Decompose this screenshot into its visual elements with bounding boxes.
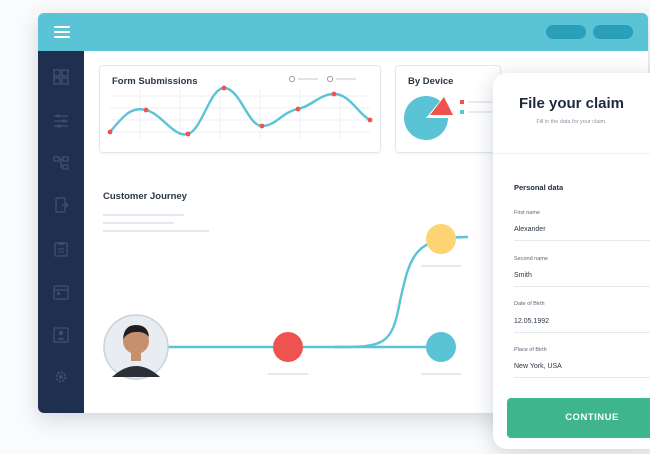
field-underline bbox=[514, 332, 650, 333]
topbar-pill-button[interactable] bbox=[593, 25, 633, 39]
journey-node-red[interactable] bbox=[273, 332, 303, 362]
flow-icon[interactable] bbox=[53, 155, 69, 171]
sliders-icon[interactable] bbox=[53, 113, 69, 129]
data-point bbox=[107, 129, 113, 135]
by-device-pie-chart bbox=[404, 95, 492, 140]
first-name-field[interactable]: Alexander bbox=[514, 226, 546, 233]
data-point bbox=[143, 107, 149, 113]
menu-icon[interactable] bbox=[54, 26, 70, 38]
chart-grid bbox=[110, 90, 370, 138]
second-name-label: Second name bbox=[514, 256, 548, 262]
first-name-label: First name bbox=[514, 210, 540, 216]
journey-description-placeholder bbox=[103, 214, 209, 232]
data-point bbox=[185, 131, 191, 137]
place-of-birth-field[interactable]: New York, USA bbox=[514, 363, 562, 370]
export-icon[interactable] bbox=[53, 197, 70, 213]
place-of-birth-label: Place of Birth bbox=[514, 347, 547, 353]
data-point bbox=[259, 123, 265, 129]
avatar[interactable] bbox=[103, 314, 169, 380]
data-point bbox=[221, 85, 227, 91]
date-of-birth-label: Date of Birth bbox=[514, 301, 545, 307]
legend-swatch bbox=[460, 110, 464, 114]
data-point bbox=[295, 106, 301, 112]
date-of-birth-field[interactable]: 12.05.1992 bbox=[514, 318, 549, 325]
dashboard-icon[interactable] bbox=[53, 69, 69, 85]
calendar-icon[interactable] bbox=[53, 284, 69, 300]
gear-icon[interactable] bbox=[53, 369, 69, 385]
field-underline bbox=[514, 286, 650, 287]
customer-journey-diagram bbox=[103, 214, 469, 380]
personal-data-heading: Personal data bbox=[514, 183, 564, 192]
claim-subtitle: Fill in the data for your claim. bbox=[536, 119, 607, 125]
divider bbox=[493, 153, 650, 154]
journey-branch bbox=[333, 235, 469, 349]
stage: Form Submissions By Device Customer Jour… bbox=[0, 0, 650, 454]
data-point bbox=[367, 117, 373, 123]
by-device-card[interactable]: By Device bbox=[395, 65, 501, 153]
legend-swatch bbox=[460, 100, 464, 104]
submissions-points bbox=[107, 85, 373, 137]
data-point bbox=[331, 91, 337, 97]
second-name-field[interactable]: Smith bbox=[514, 272, 532, 279]
clipboard-icon[interactable] bbox=[53, 241, 69, 257]
top-bar bbox=[38, 13, 648, 51]
journey-node-blue[interactable] bbox=[426, 332, 456, 362]
field-underline bbox=[514, 377, 650, 378]
claim-title: File your claim bbox=[518, 95, 625, 112]
contact-icon[interactable] bbox=[53, 327, 69, 343]
claim-form-panel: File your claim Fill in the data for you… bbox=[493, 73, 650, 449]
submissions-line bbox=[109, 86, 371, 136]
field-underline bbox=[514, 240, 650, 241]
continue-button[interactable]: CONTINUE bbox=[507, 398, 650, 438]
journey-node-yellow[interactable] bbox=[426, 224, 456, 254]
sidebar bbox=[38, 51, 84, 413]
topbar-pill-button[interactable] bbox=[546, 25, 586, 39]
form-submissions-chart bbox=[107, 75, 373, 138]
legend-toggle[interactable] bbox=[288, 75, 356, 83]
form-submissions-card[interactable]: Form Submissions bbox=[99, 65, 381, 153]
